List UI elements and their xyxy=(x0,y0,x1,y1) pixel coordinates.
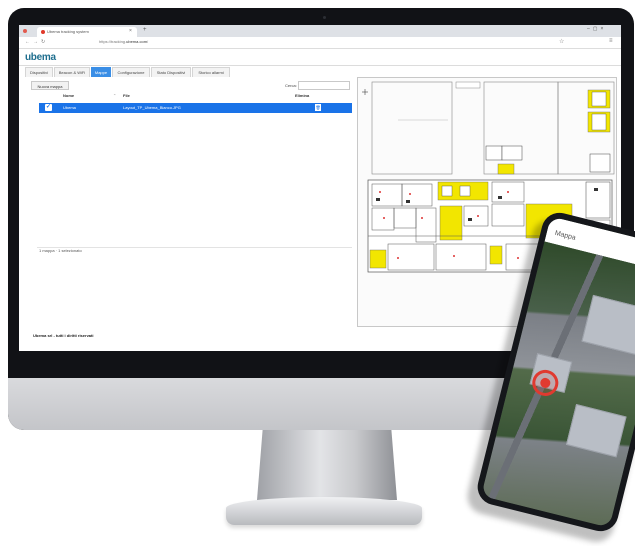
ubema-logo: ubema xyxy=(25,52,56,63)
browser-tab[interactable]: Ubema tracking system × xyxy=(37,27,137,37)
monitor-stand-neck xyxy=(257,430,397,500)
table-row[interactable]: ✓ Ubema Layout_TP_Ubema_Bianco.JPG 🗑 xyxy=(39,103,352,113)
tab-mappe[interactable]: Mappe xyxy=(91,67,111,77)
column-header-delete[interactable]: Elimina xyxy=(295,93,309,98)
row-checkbox[interactable]: ✓ xyxy=(45,104,52,111)
row-file: Layout_TP_Ubema_Bianco.JPG xyxy=(123,105,181,110)
browser-nav-icons[interactable]: ←→↻ xyxy=(25,39,48,45)
search-input[interactable] xyxy=(298,81,350,90)
copyright-text: Ubema srl - tutti i diritti riservati xyxy=(33,333,94,338)
phone-title: Mappa xyxy=(553,229,577,242)
row-name: Ubema xyxy=(63,105,76,110)
tab-close-icon[interactable]: × xyxy=(129,28,132,34)
header-divider xyxy=(19,65,621,66)
camera-dot xyxy=(323,16,326,19)
window-close-dot[interactable] xyxy=(23,29,27,33)
search-label: Cerca: xyxy=(285,83,297,88)
bookmark-star-icon[interactable]: ☆ xyxy=(559,38,564,45)
building-roof xyxy=(565,404,627,458)
column-header-file[interactable]: File xyxy=(123,93,130,98)
new-map-button[interactable]: Nuova mappa xyxy=(31,81,69,90)
tab-dispositivi[interactable]: Dispositivi xyxy=(25,67,53,77)
column-header-name[interactable]: Nome xyxy=(63,93,74,98)
browser-tab-title: Ubema tracking system xyxy=(47,29,89,34)
tab-configurazione[interactable]: Configurazione xyxy=(112,67,150,77)
table-footer-info: 1 mappa · 1 selezionato xyxy=(39,248,82,253)
url-field[interactable]: https://tracking.ubema.com/ xyxy=(99,39,148,44)
monitor-stand-base xyxy=(226,497,422,525)
address-bar: ←→↻ https://tracking.ubema.com/ ☆ ≡ xyxy=(19,37,621,49)
tab-stato-dispositivi[interactable]: Stato Dispositivi xyxy=(151,67,191,77)
browser-menu-icon[interactable]: ≡ xyxy=(609,38,613,44)
window-controls[interactable]: –▢× xyxy=(587,26,606,32)
building-roof xyxy=(581,294,635,356)
new-tab-button[interactable]: + xyxy=(143,27,147,33)
sort-icon[interactable]: ⌃ xyxy=(113,93,116,98)
browser-tab-bar: Ubema tracking system × + –▢× xyxy=(19,25,621,37)
tab-storico-allarmi[interactable]: Storico allarmi xyxy=(192,67,230,77)
tab-beacon-wifi[interactable]: Beacon & WiFi xyxy=(54,67,90,77)
favicon-icon xyxy=(41,30,45,34)
delete-icon[interactable]: 🗑 xyxy=(315,104,321,111)
table-divider xyxy=(37,247,352,248)
